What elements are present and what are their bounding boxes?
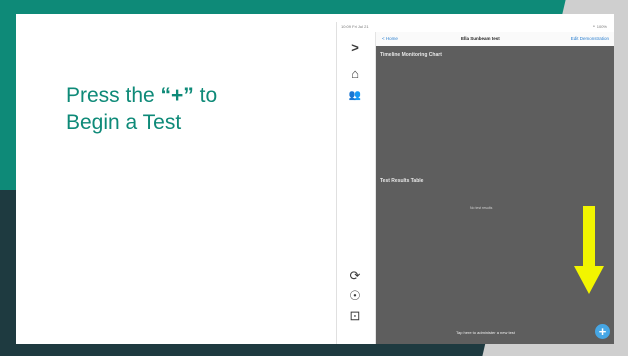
content-area: Timeline Monitoring Chart Test Results T… — [376, 46, 614, 344]
yellow-down-arrow-icon — [574, 206, 604, 294]
side-rail: > ⌂ 👥 ⟳ ☉ ⊡ — [337, 32, 376, 344]
fab-hint-text: Tap here to administer a new test — [456, 330, 515, 335]
settings-icon[interactable]: ⊡ — [346, 308, 364, 324]
status-bar: 10:09 Fri Jul 21 ⚬ 100% — [337, 22, 614, 32]
edit-demonstration-button[interactable]: Edit Demonstration — [571, 32, 609, 46]
slide-card: Press the “+” to Begin a Test 10:09 Fri … — [16, 14, 614, 344]
people-icon[interactable]: 👥 — [346, 88, 364, 104]
instruction-line2: Begin a Test — [66, 111, 182, 134]
nav-title: Ella Sunbeam test — [461, 36, 500, 41]
sync-icon[interactable]: ⟳ — [346, 268, 364, 284]
back-button[interactable]: < Home — [382, 32, 398, 46]
battery-indicator: ⚬ 100% — [592, 24, 607, 29]
expand-chevron-icon[interactable]: > — [346, 40, 364, 56]
add-test-button[interactable]: + — [595, 324, 610, 339]
instruction-before: Press the — [66, 84, 161, 107]
ipad-screenshot: 10:09 Fri Jul 21 ⚬ 100% > ⌂ 👥 ⟳ ☉ ⊡ < Ho… — [336, 22, 614, 344]
instruction-after: to — [193, 84, 218, 107]
status-time: 10:09 Fri Jul 21 — [341, 24, 369, 29]
timeline-section-title: Timeline Monitoring Chart — [380, 52, 442, 58]
results-empty-text: No test results — [470, 206, 493, 210]
results-section-title: Test Results Table — [380, 178, 424, 184]
home-icon[interactable]: ⌂ — [346, 66, 364, 82]
account-icon[interactable]: ☉ — [346, 288, 364, 304]
instruction-text: Press the “+” to Begin a Test — [66, 82, 286, 136]
instruction-plus: “+” — [160, 84, 194, 107]
navigation-bar: < Home Ella Sunbeam test Edit Demonstrat… — [376, 32, 614, 46]
